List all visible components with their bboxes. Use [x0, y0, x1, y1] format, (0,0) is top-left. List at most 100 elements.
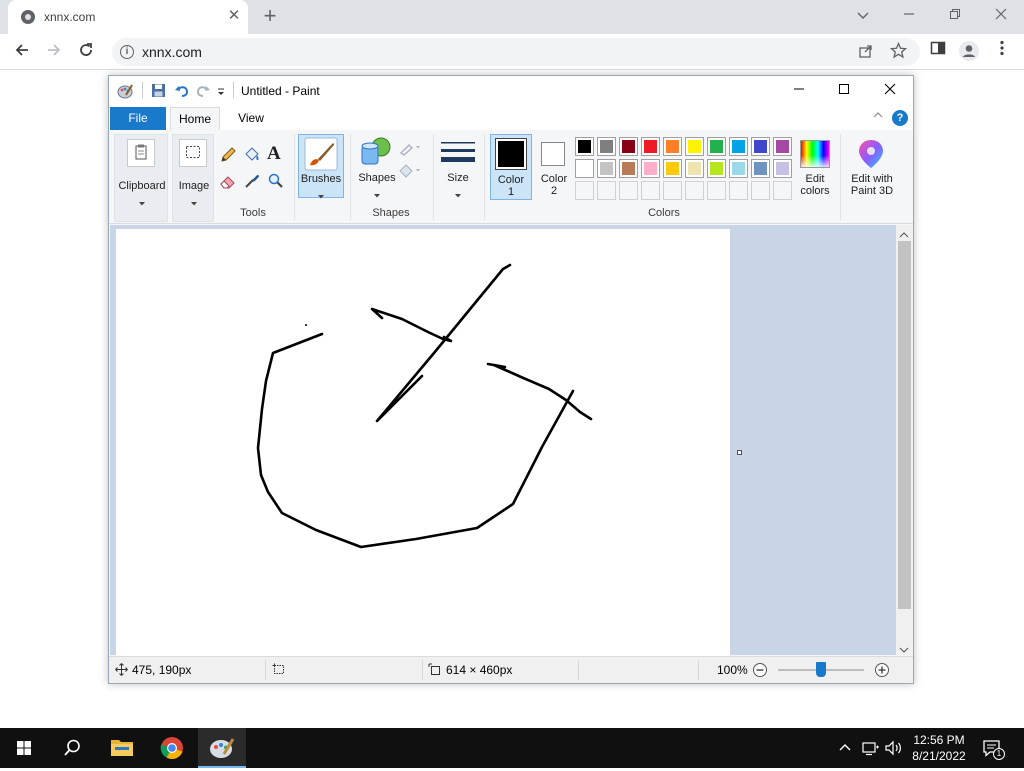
- outline-icon[interactable]: [398, 140, 422, 159]
- customize-qat-icon[interactable]: [216, 83, 232, 99]
- paint-close-icon[interactable]: [868, 80, 912, 102]
- url-text[interactable]: xnnx.com: [142, 44, 202, 60]
- zoom-in-icon[interactable]: [874, 662, 890, 681]
- tab-search-icon[interactable]: [849, 4, 877, 26]
- custom-color-slot[interactable]: [729, 181, 748, 200]
- eraser-icon[interactable]: [219, 172, 237, 193]
- palette-swatch[interactable]: [729, 137, 748, 156]
- new-tab-button[interactable]: +: [258, 5, 282, 29]
- paint-minimize-icon[interactable]: [777, 80, 821, 102]
- search-icon[interactable]: [48, 728, 96, 768]
- paint-app-icon[interactable]: [117, 83, 133, 99]
- minimize-icon[interactable]: [895, 4, 923, 26]
- custom-color-slot[interactable]: [751, 181, 770, 200]
- share-icon[interactable]: [858, 43, 874, 62]
- chrome-icon[interactable]: [148, 728, 196, 768]
- palette-swatch[interactable]: [641, 159, 660, 178]
- undo-icon[interactable]: [174, 83, 190, 99]
- palette-swatch[interactable]: [619, 137, 638, 156]
- paint-taskbar-icon[interactable]: [198, 728, 246, 768]
- palette-swatch[interactable]: [575, 137, 594, 156]
- custom-color-slot[interactable]: [597, 181, 616, 200]
- notification-icon[interactable]: 1: [982, 738, 1005, 763]
- palette-swatch[interactable]: [619, 159, 638, 178]
- vertical-scrollbar[interactable]: [896, 225, 913, 655]
- file-explorer-icon[interactable]: [98, 728, 146, 768]
- fill-bucket-icon[interactable]: [243, 146, 261, 167]
- volume-icon[interactable]: [884, 740, 904, 759]
- palette-swatch[interactable]: [773, 137, 792, 156]
- scroll-up-icon[interactable]: [899, 228, 909, 242]
- size-button[interactable]: Size: [439, 134, 477, 198]
- palette-swatch[interactable]: [575, 159, 594, 178]
- browser-tab[interactable]: xnnx.com ✕: [8, 0, 248, 34]
- close-window-icon[interactable]: [987, 4, 1015, 26]
- palette-swatch[interactable]: [663, 137, 682, 156]
- tab-close-icon[interactable]: ✕: [226, 8, 242, 24]
- custom-color-slot[interactable]: [685, 181, 704, 200]
- network-icon[interactable]: [862, 740, 880, 759]
- custom-color-slot[interactable]: [773, 181, 792, 200]
- fill-icon[interactable]: [398, 163, 422, 182]
- custom-color-slot[interactable]: [619, 181, 638, 200]
- tab-home[interactable]: Home: [170, 107, 220, 130]
- image-button[interactable]: Image: [172, 134, 214, 222]
- scrollbar-thumb[interactable]: [898, 241, 911, 609]
- color2-button[interactable]: Color 2: [534, 134, 574, 200]
- scroll-down-icon[interactable]: [899, 643, 909, 657]
- taskbar-clock[interactable]: 12:56 PM 8/21/2022: [910, 732, 968, 764]
- tab-file[interactable]: File: [110, 107, 166, 130]
- save-icon[interactable]: [151, 83, 167, 99]
- reload-button[interactable]: [74, 40, 98, 64]
- drawing-canvas[interactable]: [116, 229, 730, 656]
- bookmark-star-icon[interactable]: [889, 41, 908, 62]
- show-hidden-icons-chevron-icon[interactable]: [838, 740, 852, 757]
- image-label: Image: [178, 180, 210, 192]
- color-picker-icon[interactable]: [243, 172, 261, 193]
- custom-color-slot[interactable]: [663, 181, 682, 200]
- back-button[interactable]: [10, 40, 34, 64]
- color1-button[interactable]: Color 1: [490, 134, 532, 200]
- palette-swatch[interactable]: [707, 159, 726, 178]
- palette-swatch[interactable]: [685, 159, 704, 178]
- palette-swatch[interactable]: [597, 159, 616, 178]
- magnifier-icon[interactable]: [267, 172, 285, 193]
- shapes-button[interactable]: Shapes: [356, 134, 398, 198]
- help-icon[interactable]: ?: [892, 110, 908, 126]
- paint-status-bar: 475, 190px 614 × 460px 100%: [109, 656, 913, 683]
- divider: [578, 660, 579, 680]
- address-bar[interactable]: i xnnx.com: [112, 38, 920, 66]
- palette-swatch[interactable]: [729, 159, 748, 178]
- profile-avatar-icon[interactable]: [957, 40, 981, 64]
- palette-swatch[interactable]: [685, 137, 704, 156]
- pencil-icon[interactable]: [219, 146, 237, 167]
- redo-icon[interactable]: [195, 83, 211, 99]
- clipboard-button[interactable]: Clipboard: [114, 134, 168, 222]
- palette-swatch[interactable]: [641, 137, 660, 156]
- brushes-button[interactable]: Brushes: [298, 134, 344, 199]
- zoom-slider-thumb[interactable]: [816, 662, 826, 677]
- custom-color-slot[interactable]: [575, 181, 594, 200]
- palette-swatch[interactable]: [751, 137, 770, 156]
- windows-start-icon[interactable]: [0, 728, 48, 768]
- edit-colors-button[interactable]: Edit colors: [795, 134, 835, 200]
- forward-button[interactable]: [42, 40, 66, 64]
- palette-swatch[interactable]: [751, 159, 770, 178]
- palette-swatch[interactable]: [773, 159, 792, 178]
- palette-swatch[interactable]: [597, 137, 616, 156]
- collapse-ribbon-icon[interactable]: [873, 110, 883, 122]
- zoom-out-icon[interactable]: [752, 662, 768, 681]
- palette-swatch[interactable]: [707, 137, 726, 156]
- text-tool-icon[interactable]: A: [267, 143, 281, 165]
- paint-maximize-icon[interactable]: [822, 80, 866, 102]
- restore-icon[interactable]: [941, 4, 969, 26]
- custom-color-slot[interactable]: [641, 181, 660, 200]
- canvas-resize-handle[interactable]: [737, 450, 742, 455]
- custom-color-slot[interactable]: [707, 181, 726, 200]
- edit-paint3d-button[interactable]: Edit with Paint 3D: [844, 134, 900, 200]
- site-info-icon[interactable]: i: [120, 45, 134, 59]
- chrome-menu-icon[interactable]: [990, 40, 1014, 64]
- palette-swatch[interactable]: [663, 159, 682, 178]
- side-panel-icon[interactable]: [926, 40, 950, 64]
- tab-view[interactable]: View: [229, 107, 273, 130]
